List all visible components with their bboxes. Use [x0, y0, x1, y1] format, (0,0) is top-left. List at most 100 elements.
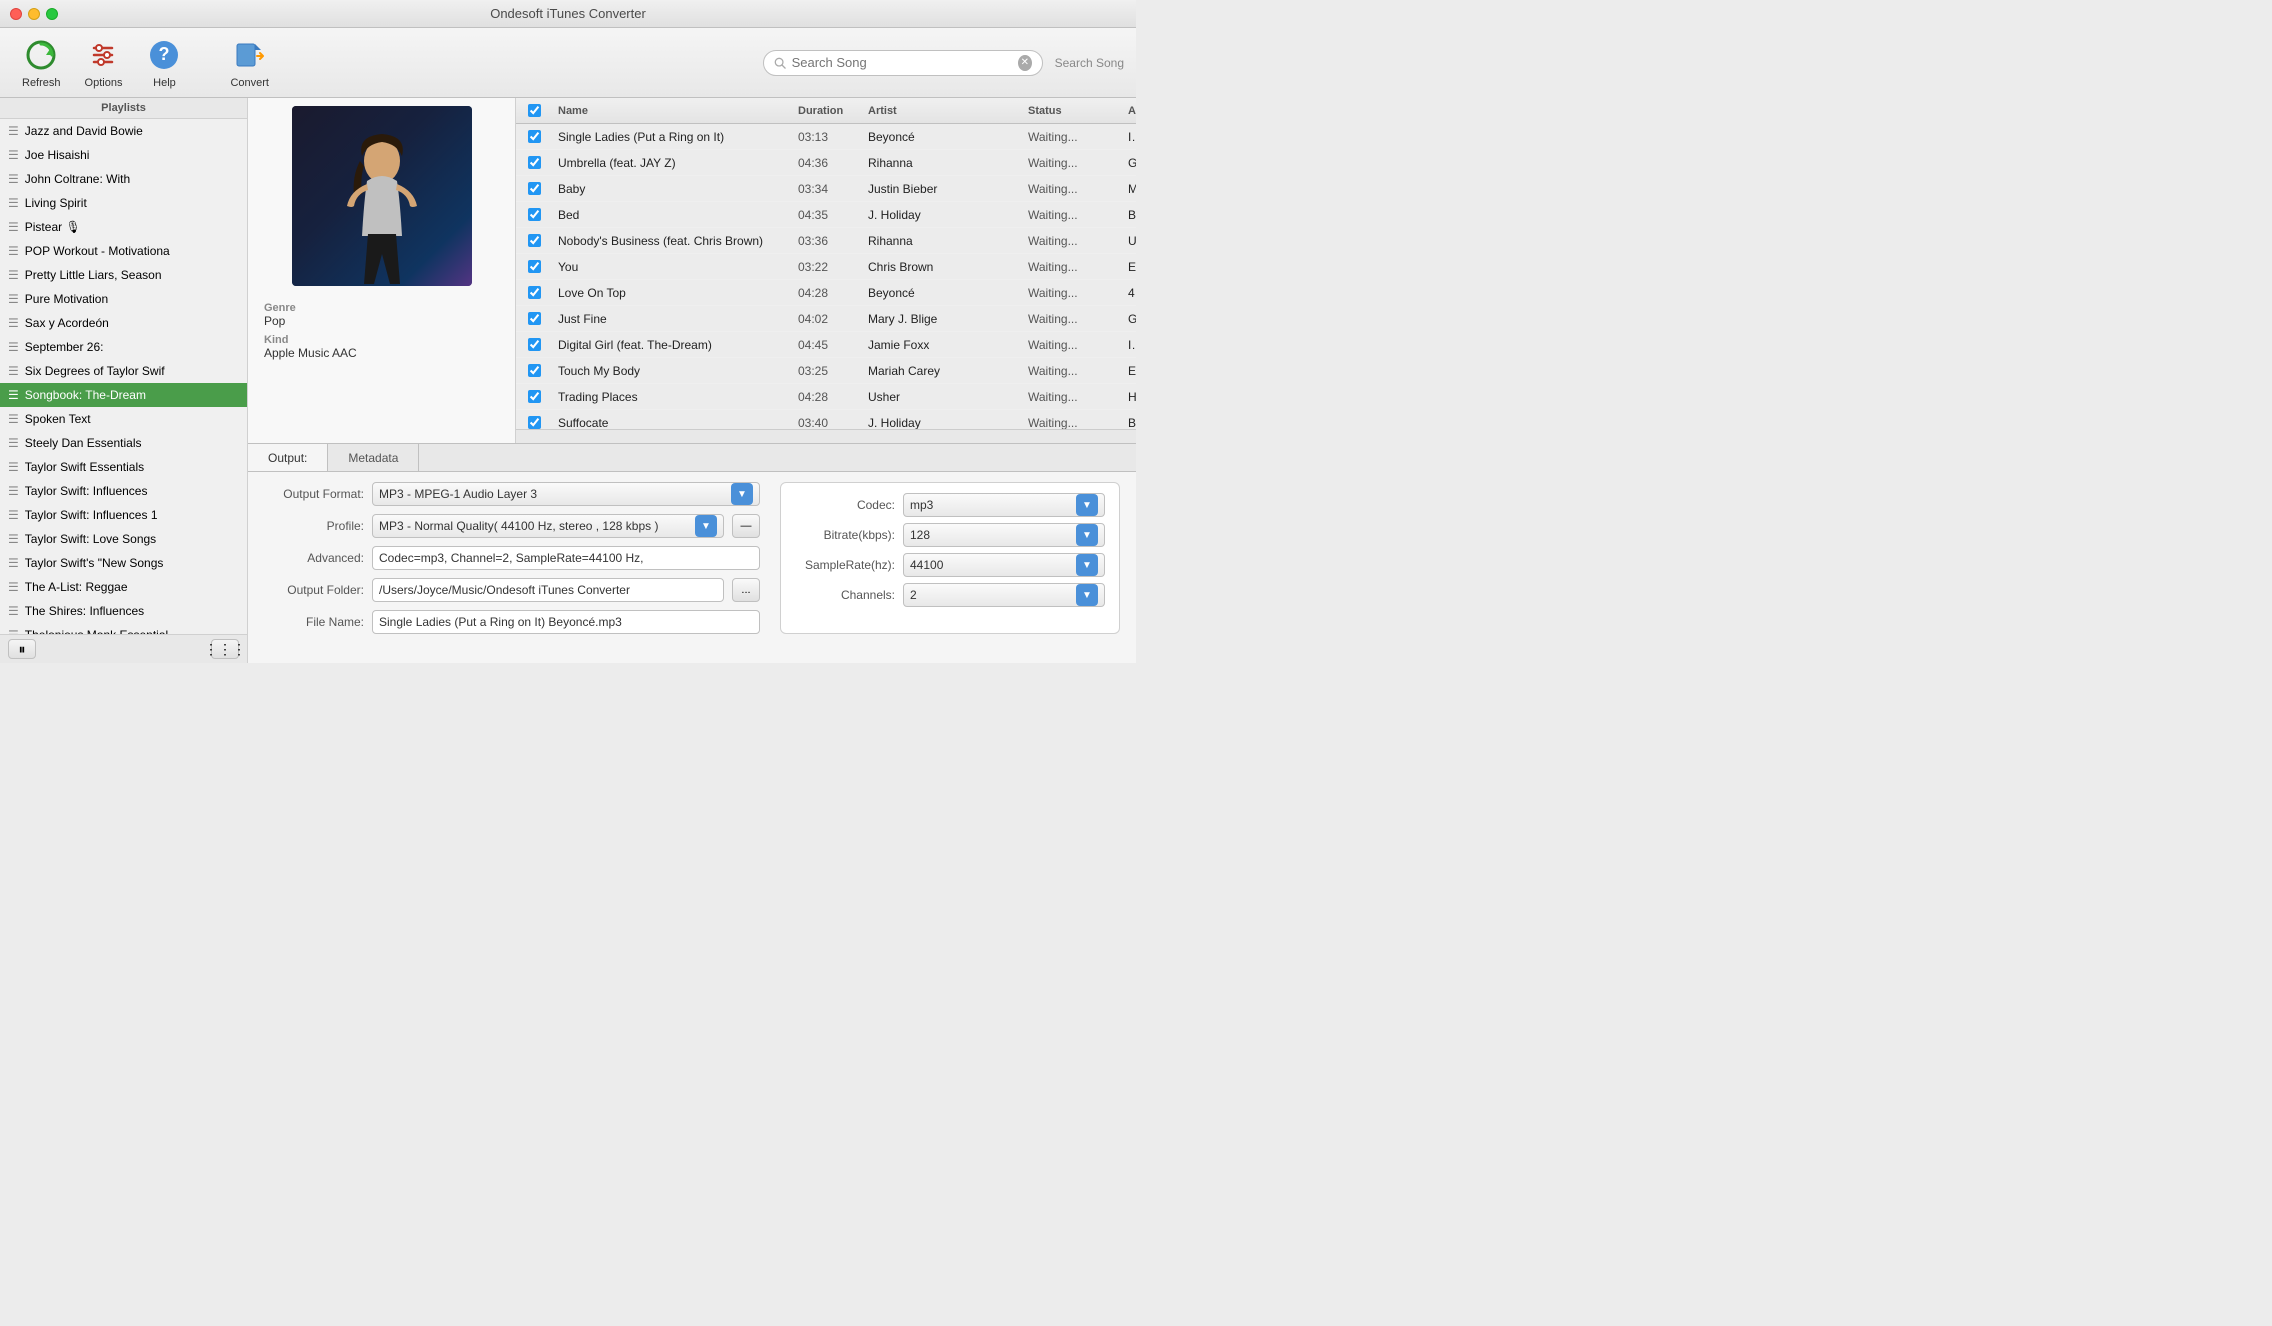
row-check-6[interactable]: [528, 286, 541, 299]
row-checkbox-3[interactable]: [516, 208, 552, 221]
help-button[interactable]: ? Help: [136, 31, 192, 95]
table-row[interactable]: Digital Girl (feat. The-Dream) 04:45 Jam…: [516, 332, 1136, 358]
sidebar-item-8[interactable]: ☰ Sax y Acordeón: [0, 311, 247, 335]
row-check-10[interactable]: [528, 390, 541, 403]
sidebar-item-20[interactable]: ☰ The Shires: Influences: [0, 599, 247, 623]
sidebar-item-4[interactable]: ☰ Pistear 🎙: [0, 215, 247, 239]
sidebar-item-9[interactable]: ☰ September 26:: [0, 335, 247, 359]
sidebar-item-5[interactable]: ☰ POP Workout - Motivationa: [0, 239, 247, 263]
search-clear-button[interactable]: ✕: [1018, 55, 1032, 71]
advanced-value[interactable]: Codec=mp3, Channel=2, SampleRate=44100 H…: [372, 546, 760, 570]
sidebar-item-21[interactable]: ☰ Thelonious Monk Essential: [0, 623, 247, 634]
close-button[interactable]: [10, 8, 22, 20]
row-checkbox-0[interactable]: [516, 130, 552, 143]
table-row[interactable]: Touch My Body 03:25 Mariah Carey Waiting…: [516, 358, 1136, 384]
row-checkbox-7[interactable]: [516, 312, 552, 325]
sidebar-item-14[interactable]: ☰ Taylor Swift Essentials: [0, 455, 247, 479]
profile-minus-button[interactable]: —: [732, 514, 760, 538]
row-checkbox-8[interactable]: [516, 338, 552, 351]
table-row[interactable]: Bed 04:35 J. Holiday Waiting... Back of …: [516, 202, 1136, 228]
row-checkbox-1[interactable]: [516, 156, 552, 169]
row-checkbox-11[interactable]: [516, 416, 552, 429]
playlist-icon: ☰: [8, 412, 19, 426]
samplerate-select[interactable]: 44100 ▼: [903, 553, 1105, 577]
codec-select[interactable]: mp3 ▼: [903, 493, 1105, 517]
minimize-button[interactable]: [28, 8, 40, 20]
row-check-11[interactable]: [528, 416, 541, 429]
row-check-0[interactable]: [528, 130, 541, 143]
sidebar-scroll-button[interactable]: ⋮⋮⋮: [211, 639, 239, 659]
row-album-5: Exclusive (The Forever Ed: [1122, 260, 1136, 274]
row-check-1[interactable]: [528, 156, 541, 169]
tab-output[interactable]: Output:: [248, 444, 328, 471]
samplerate-arrow: ▼: [1076, 554, 1098, 576]
table-row[interactable]: Just Fine 04:02 Mary J. Blige Waiting...…: [516, 306, 1136, 332]
browse-button[interactable]: ...: [732, 578, 760, 602]
channels-select[interactable]: 2 ▼: [903, 583, 1105, 607]
row-check-8[interactable]: [528, 338, 541, 351]
row-check-2[interactable]: [528, 182, 541, 195]
table-row[interactable]: Baby 03:34 Justin Bieber Waiting... My W…: [516, 176, 1136, 202]
refresh-button[interactable]: Refresh: [12, 31, 71, 95]
row-name-2: Baby: [552, 182, 792, 196]
sidebar-item-15[interactable]: ☰ Taylor Swift: Influences: [0, 479, 247, 503]
row-check-9[interactable]: [528, 364, 541, 377]
select-all-checkbox-container[interactable]: [516, 104, 552, 117]
sidebar-item-3[interactable]: ☰ Living Spirit: [0, 191, 247, 215]
row-check-3[interactable]: [528, 208, 541, 221]
sidebar-item-label: Songbook: The-Dream: [25, 388, 146, 402]
sidebar-item-12[interactable]: ☰ Spoken Text: [0, 407, 247, 431]
sidebar-item-18[interactable]: ☰ Taylor Swift's "New Songs: [0, 551, 247, 575]
convert-button[interactable]: Convert: [220, 31, 279, 95]
tab-metadata[interactable]: Metadata: [328, 444, 419, 471]
row-checkbox-5[interactable]: [516, 260, 552, 273]
sidebar-item-0[interactable]: ☰ Jazz and David Bowie: [0, 119, 247, 143]
row-checkbox-4[interactable]: [516, 234, 552, 247]
output-format-value: MP3 - MPEG-1 Audio Layer 3: [379, 487, 537, 501]
output-folder-value[interactable]: /Users/Joyce/Music/Ondesoft iTunes Conve…: [372, 578, 724, 602]
options-button[interactable]: Options: [75, 31, 133, 95]
select-all-checkbox[interactable]: [528, 104, 541, 117]
row-check-5[interactable]: [528, 260, 541, 273]
row-checkbox-9[interactable]: [516, 364, 552, 377]
table-row[interactable]: Trading Places 04:28 Usher Waiting... He…: [516, 384, 1136, 410]
file-name-value[interactable]: Single Ladies (Put a Ring on It) Beyoncé…: [372, 610, 760, 634]
table-scrollbar[interactable]: [516, 429, 1136, 443]
row-name-7: Just Fine: [552, 312, 792, 326]
bitrate-select[interactable]: 128 ▼: [903, 523, 1105, 547]
sidebar-prev-button[interactable]: ⏸: [8, 639, 36, 659]
row-check-4[interactable]: [528, 234, 541, 247]
maximize-button[interactable]: [46, 8, 58, 20]
sidebar-item-7[interactable]: ☰ Pure Motivation: [0, 287, 247, 311]
row-name-8: Digital Girl (feat. The-Dream): [552, 338, 792, 352]
sidebar-item-2[interactable]: ☰ John Coltrane: With: [0, 167, 247, 191]
playlist-icon: ☰: [8, 340, 19, 354]
sidebar-item-16[interactable]: ☰ Taylor Swift: Influences 1: [0, 503, 247, 527]
playlist-icon: ☰: [8, 556, 19, 570]
row-checkbox-10[interactable]: [516, 390, 552, 403]
sidebar-item-10[interactable]: ☰ Six Degrees of Taylor Swif: [0, 359, 247, 383]
table-row[interactable]: Umbrella (feat. JAY Z) 04:36 Rihanna Wai…: [516, 150, 1136, 176]
row-checkbox-6[interactable]: [516, 286, 552, 299]
row-checkbox-2[interactable]: [516, 182, 552, 195]
help-label: Help: [153, 77, 176, 89]
sidebar-item-11[interactable]: ☰ Songbook: The-Dream: [0, 383, 247, 407]
genre-label: Genre: [264, 302, 499, 314]
sidebar-item-13[interactable]: ☰ Steely Dan Essentials: [0, 431, 247, 455]
search-input[interactable]: [792, 55, 1012, 70]
row-check-7[interactable]: [528, 312, 541, 325]
table-row[interactable]: Suffocate 03:40 J. Holiday Waiting... Ba…: [516, 410, 1136, 429]
table-row[interactable]: Single Ladies (Put a Ring on It) 03:13 B…: [516, 124, 1136, 150]
table-row[interactable]: Love On Top 04:28 Beyoncé Waiting... 4: [516, 280, 1136, 306]
sidebar-item-6[interactable]: ☰ Pretty Little Liars, Season: [0, 263, 247, 287]
row-duration-4: 03:36: [792, 234, 862, 248]
sidebar-item-19[interactable]: ☰ The A-List: Reggae: [0, 575, 247, 599]
profile-select[interactable]: MP3 - Normal Quality( 44100 Hz, stereo ,…: [372, 514, 724, 538]
sidebar-item-label: Living Spirit: [25, 196, 87, 210]
output-format-select[interactable]: MP3 - MPEG-1 Audio Layer 3 ▼: [372, 482, 760, 506]
playlist-icon: ☰: [8, 436, 19, 450]
sidebar-item-17[interactable]: ☰ Taylor Swift: Love Songs: [0, 527, 247, 551]
sidebar-item-1[interactable]: ☰ Joe Hisaishi: [0, 143, 247, 167]
table-row[interactable]: Nobody's Business (feat. Chris Brown) 03…: [516, 228, 1136, 254]
table-row[interactable]: You 03:22 Chris Brown Waiting... Exclusi…: [516, 254, 1136, 280]
